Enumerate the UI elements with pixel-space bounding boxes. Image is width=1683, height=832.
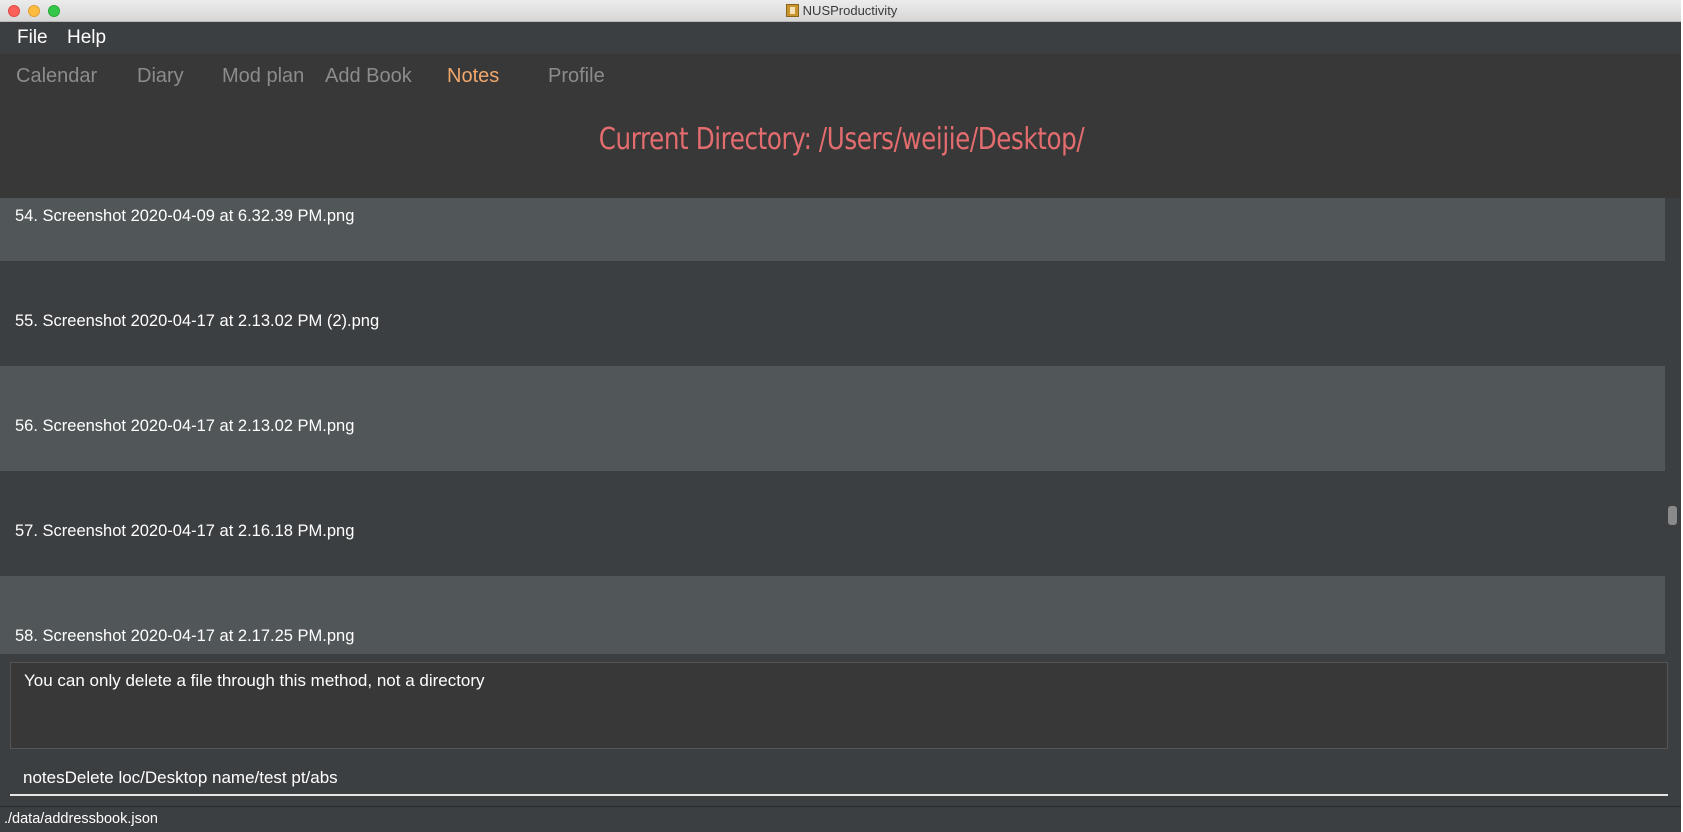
tab-diary[interactable]: Diary xyxy=(137,64,184,88)
command-box-area xyxy=(0,754,1683,806)
tab-bar: Calendar Diary Mod plan Add Book Notes P… xyxy=(0,54,1683,100)
menu-help[interactable]: Help xyxy=(67,27,106,49)
tab-calendar[interactable]: Calendar xyxy=(16,64,97,88)
command-input[interactable] xyxy=(10,762,1668,796)
list-item[interactable]: 58. Screenshot 2020-04-17 at 2.17.25 PM.… xyxy=(0,576,1665,654)
tab-add-book[interactable]: Add Book xyxy=(325,64,412,88)
file-name: 54. Screenshot 2020-04-09 at 6.32.39 PM.… xyxy=(15,207,355,225)
file-name: 55. Screenshot 2020-04-17 at 2.13.02 PM … xyxy=(15,312,380,330)
tab-profile[interactable]: Profile xyxy=(548,64,605,88)
directory-header: Current Directory: /Users/weijie/Desktop… xyxy=(0,100,1683,198)
menu-file[interactable]: File xyxy=(17,27,48,49)
app-icon xyxy=(785,4,799,17)
save-location: ./data/addressbook.json xyxy=(4,811,158,827)
result-message: You can only delete a file through this … xyxy=(24,671,485,690)
file-list[interactable]: 54. Screenshot 2020-04-09 at 6.32.39 PM.… xyxy=(0,198,1665,654)
app-window: NUSProductivity File Help Calendar Diary… xyxy=(0,0,1683,832)
list-item[interactable]: 54. Screenshot 2020-04-09 at 6.32.39 PM.… xyxy=(0,198,1665,261)
window-title-wrap: NUSProductivity xyxy=(0,3,1683,19)
list-item[interactable]: 57. Screenshot 2020-04-17 at 2.16.18 PM.… xyxy=(0,471,1665,576)
list-scrollbar-thumb[interactable] xyxy=(1668,506,1677,525)
list-item[interactable]: 55. Screenshot 2020-04-17 at 2.13.02 PM … xyxy=(0,261,1665,366)
title-bar: NUSProductivity xyxy=(0,0,1683,22)
file-name: 57. Screenshot 2020-04-17 at 2.16.18 PM.… xyxy=(15,522,355,540)
menu-bar: File Help xyxy=(0,22,1683,54)
window-title: NUSProductivity xyxy=(802,3,898,18)
result-display-area: You can only delete a file through this … xyxy=(0,654,1683,754)
result-display: You can only delete a file through this … xyxy=(10,662,1668,749)
app-root: NUSProductivity File Help Calendar Diary… xyxy=(0,0,1683,832)
current-directory-label: Current Directory: /Users/weijie/Desktop… xyxy=(598,122,1085,157)
status-bar: ./data/addressbook.json xyxy=(0,806,1683,832)
list-item[interactable]: 56. Screenshot 2020-04-17 at 2.13.02 PM.… xyxy=(0,366,1665,471)
tab-mod-plan[interactable]: Mod plan xyxy=(222,64,304,88)
tab-notes[interactable]: Notes xyxy=(447,64,499,88)
file-name: 56. Screenshot 2020-04-17 at 2.13.02 PM.… xyxy=(15,417,355,435)
file-name: 58. Screenshot 2020-04-17 at 2.17.25 PM.… xyxy=(15,627,355,645)
